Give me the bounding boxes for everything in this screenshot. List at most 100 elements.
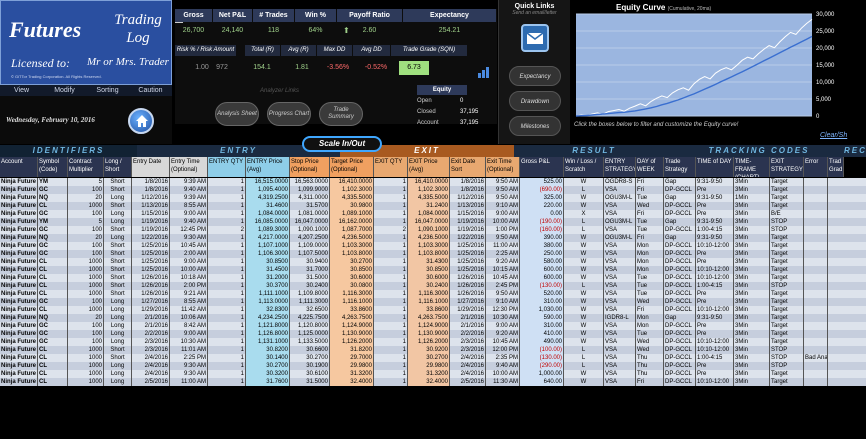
table-cell[interactable]: 1,109.8000 xyxy=(290,290,330,298)
table-cell[interactable]: Short xyxy=(104,290,132,298)
table-cell[interactable]: Ninja Future xyxy=(0,330,38,338)
table-cell[interactable]: 1/25/2016 xyxy=(132,266,170,274)
table-cell[interactable]: 1/26/2016 xyxy=(450,282,486,290)
table-cell[interactable]: Long xyxy=(104,322,132,330)
table-cell[interactable]: 1000 xyxy=(68,202,104,210)
table-cell[interactable]: 10:00 AM xyxy=(486,218,520,226)
nav-caution[interactable]: Caution xyxy=(129,85,172,96)
table-cell[interactable]: CL xyxy=(38,354,68,362)
table-cell[interactable]: 1,113.0000 xyxy=(246,298,290,306)
table-cell[interactable]: Ninja Future xyxy=(0,202,38,210)
table-cell[interactable]: Short xyxy=(104,346,132,354)
table-cell[interactable]: 1,116.1000 xyxy=(408,298,450,306)
table-cell[interactable]: 31.7000 xyxy=(290,266,330,274)
table-cell[interactable]: 10:45 AM xyxy=(486,274,520,282)
table-cell[interactable]: CL xyxy=(38,306,68,314)
table-cell[interactable]: 1 xyxy=(374,202,408,210)
table-cell[interactable]: 1,111.1000 xyxy=(246,290,290,298)
table-cell[interactable]: 20 xyxy=(68,234,104,242)
table-cell[interactable]: 9:50 AM xyxy=(486,194,520,202)
table-cell[interactable]: Short xyxy=(104,178,132,186)
table-cell[interactable]: 1/19/2016 xyxy=(450,218,486,226)
table-cell[interactable]: 9:00 AM xyxy=(170,330,208,338)
table-cell[interactable]: Ninja Future xyxy=(0,266,38,274)
table-cell[interactable]: Long xyxy=(104,234,132,242)
table-cell[interactable]: 2/3/2016 xyxy=(132,346,170,354)
table-cell[interactable]: 31.5000 xyxy=(290,274,330,282)
table-cell[interactable]: 31.5000 xyxy=(290,378,330,386)
table-cell[interactable]: 30.6000 xyxy=(408,274,450,282)
table-cell[interactable]: 2 xyxy=(374,226,408,234)
table-cell[interactable]: 8:55 AM xyxy=(170,202,208,210)
table-cell[interactable]: 32.4000 xyxy=(330,378,374,386)
table-cell[interactable]: YM xyxy=(38,218,68,226)
table-cell[interactable]: 30.8200 xyxy=(246,346,290,354)
table-cell[interactable]: 1,090.1000 xyxy=(408,226,450,234)
table-cell[interactable]: 1 xyxy=(208,250,246,258)
table-cell[interactable]: 5 xyxy=(68,218,104,226)
table-cell[interactable]: 2/1/2016 xyxy=(132,314,170,322)
table-cell[interactable]: 1,116.3000 xyxy=(408,290,450,298)
table-cell[interactable]: 31.2000 xyxy=(246,274,290,282)
table-cell[interactable]: 1 xyxy=(374,354,408,362)
table-cell[interactable]: Ninja Future xyxy=(0,298,38,306)
table-cell[interactable]: 30.3700 xyxy=(246,282,290,290)
table-cell[interactable]: 31.5700 xyxy=(290,202,330,210)
table-cell[interactable]: 2/4/2016 xyxy=(132,362,170,370)
table-cell[interactable]: Short xyxy=(104,226,132,234)
table-cell[interactable]: 1000 xyxy=(68,274,104,282)
table-cell[interactable]: 16,047.0000 xyxy=(408,218,450,226)
table-cell[interactable]: 1 xyxy=(374,282,408,290)
table-cell[interactable]: 9:50 AM xyxy=(486,178,520,186)
table-cell[interactable]: 1,081.0000 xyxy=(290,210,330,218)
table-cell[interactable]: 1,125.0000 xyxy=(290,330,330,338)
analysis-sheet-button[interactable]: Analysis Sheet xyxy=(215,102,259,126)
nav-view[interactable]: View xyxy=(0,85,43,96)
table-cell[interactable]: 1 xyxy=(374,346,408,354)
table-cell[interactable]: 32.6500 xyxy=(290,306,330,314)
table-cell[interactable]: 1,131.1000 xyxy=(246,338,290,346)
table-cell[interactable]: 1 xyxy=(208,306,246,314)
table-cell[interactable]: 30.6600 xyxy=(290,346,330,354)
table-cell[interactable]: Ninja Future xyxy=(0,354,38,362)
table-cell[interactable]: 2:00 PM xyxy=(170,282,208,290)
table-cell[interactable]: 30.8500 xyxy=(330,266,374,274)
table-cell[interactable]: 9:50 AM xyxy=(486,186,520,194)
table-cell[interactable]: Ninja Future xyxy=(0,186,38,194)
table-cell[interactable]: 9:30 AM xyxy=(170,234,208,242)
table-cell[interactable]: 9:40 AM xyxy=(170,186,208,194)
table-cell[interactable]: Ninja Future xyxy=(0,282,38,290)
table-cell[interactable]: 1/25/2016 xyxy=(132,250,170,258)
table-cell[interactable]: CL xyxy=(38,290,68,298)
table-cell[interactable]: 4,225.7500 xyxy=(290,314,330,322)
table-cell[interactable]: GC xyxy=(38,226,68,234)
table-cell[interactable]: 1/25/2016 xyxy=(450,258,486,266)
table-cell[interactable]: Ninja Future xyxy=(0,322,38,330)
table-cell[interactable]: 1 xyxy=(208,210,246,218)
table-cell[interactable]: 1/26/2016 xyxy=(450,274,486,282)
table-cell[interactable]: 30.0800 xyxy=(330,282,374,290)
table-cell[interactable]: 1 xyxy=(374,298,408,306)
table-cell[interactable]: 4,236.5000 xyxy=(330,234,374,242)
table-cell[interactable]: 32.4000 xyxy=(408,378,450,386)
table-cell[interactable]: 10:45 AM xyxy=(170,242,208,250)
table-cell[interactable]: 9:21 AM xyxy=(170,290,208,298)
milestones-link[interactable]: Milestones xyxy=(509,116,561,136)
table-cell[interactable]: 1,103.3000 xyxy=(330,242,374,250)
expectancy-link[interactable]: Expectancy xyxy=(509,66,561,86)
table-cell[interactable]: GC xyxy=(38,210,68,218)
table-cell[interactable]: 1/8/2016 xyxy=(132,178,170,186)
table-cell[interactable]: 4,311.0000 xyxy=(290,194,330,202)
nav-sorting[interactable]: Sorting xyxy=(86,85,129,96)
table-cell[interactable]: 1/8/2016 xyxy=(450,186,486,194)
table-cell[interactable]: NQ xyxy=(38,194,68,202)
table-cell[interactable]: 1 xyxy=(374,274,408,282)
table-cell[interactable]: 1,089.1000 xyxy=(330,210,374,218)
table-cell[interactable]: Ninja Future xyxy=(0,274,38,282)
table-cell[interactable]: CL xyxy=(38,362,68,370)
table-cell[interactable]: 1,130.9000 xyxy=(330,330,374,338)
table-cell[interactable]: 1/15/2016 xyxy=(450,210,486,218)
table-cell[interactable]: 2/3/2016 xyxy=(450,346,486,354)
table-cell[interactable]: 1/15/2016 xyxy=(132,210,170,218)
table-cell[interactable]: 9:40 AM xyxy=(486,362,520,370)
